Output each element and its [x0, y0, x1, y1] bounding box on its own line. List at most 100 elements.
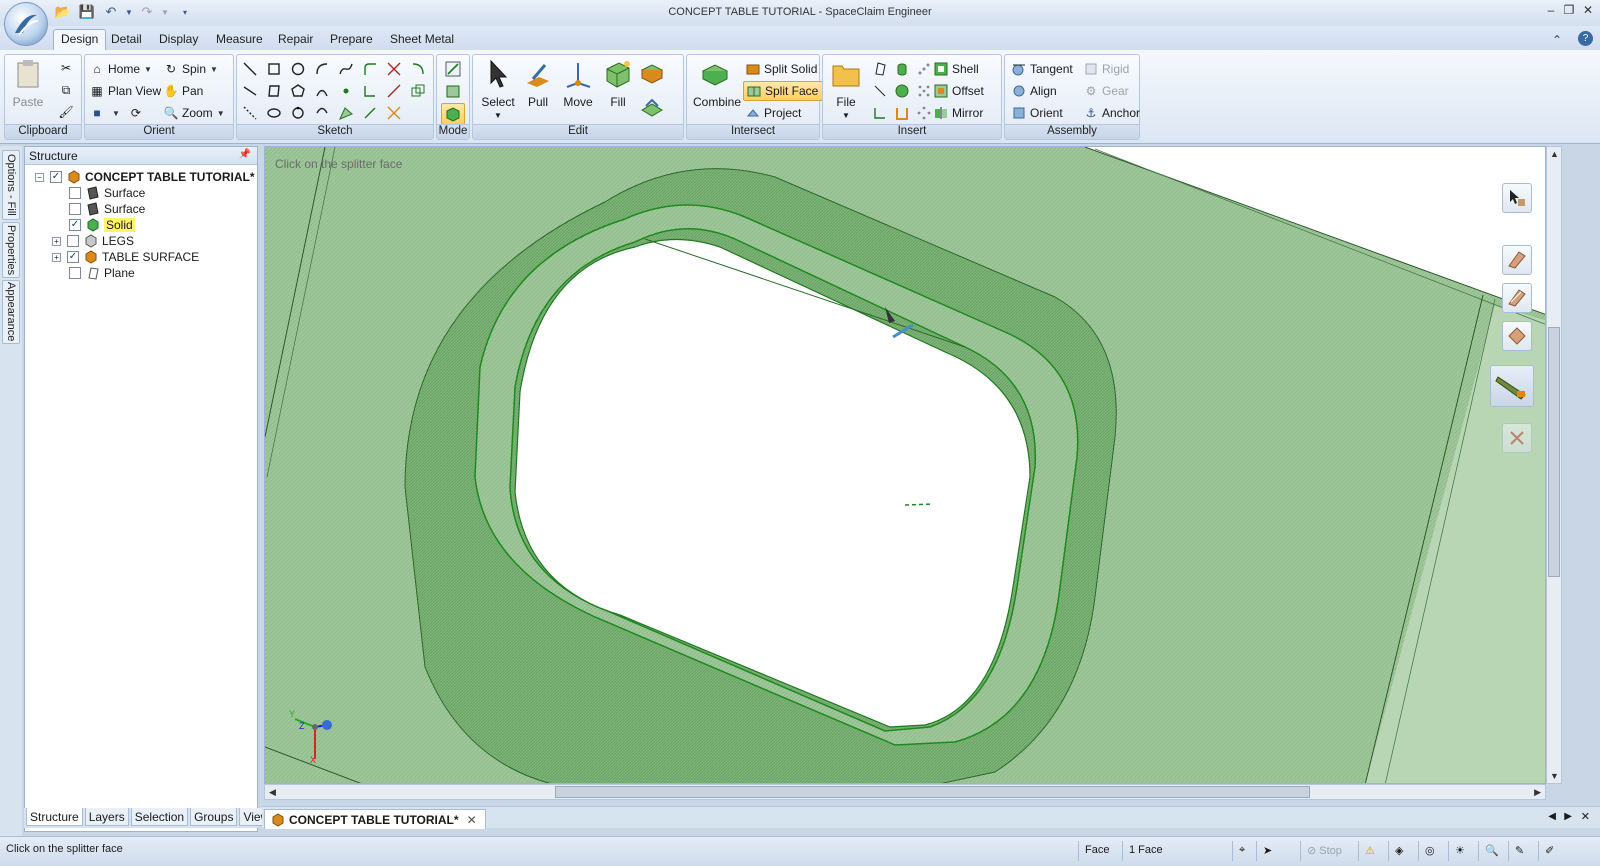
tree-item-table-surface[interactable]: + ✓ TABLE SURFACE: [52, 249, 199, 265]
replace-icon[interactable]: [639, 61, 665, 87]
sketch-mode-icon[interactable]: [444, 60, 462, 78]
cut-icon[interactable]: ✂: [57, 59, 75, 77]
offset-button[interactable]: Offset: [933, 81, 984, 101]
help-icon[interactable]: ?: [1578, 31, 1593, 46]
tab-sheet-metal[interactable]: Sheet Metal: [390, 32, 454, 46]
paste-button[interactable]: Paste: [9, 59, 47, 109]
horizontal-scrollbar[interactable]: ◀ ▶: [264, 784, 1546, 800]
select-edge-tool[interactable]: [1502, 283, 1532, 313]
home-button[interactable]: ⌂ Home ▼: [89, 59, 152, 79]
three-point-circle-icon[interactable]: [289, 104, 307, 122]
tab-detail[interactable]: Detail: [111, 32, 142, 46]
side-tab-options[interactable]: Options - Fill: [2, 150, 20, 220]
tree-item-surface-2[interactable]: Surface: [69, 201, 145, 217]
select-face-tool[interactable]: [1502, 245, 1532, 275]
sketch-arc-green-icon[interactable]: [409, 60, 427, 78]
spline-tool-icon[interactable]: [337, 60, 355, 78]
move-button[interactable]: Move: [559, 59, 597, 109]
select-other-tool[interactable]: [1502, 321, 1532, 351]
tangent-line-icon[interactable]: [241, 82, 259, 100]
tree-checkbox[interactable]: [67, 235, 79, 247]
side-tab-properties[interactable]: Properties: [2, 222, 20, 278]
tree-root[interactable]: − ✓ CONCEPT TABLE TUTORIAL*: [35, 169, 255, 185]
mirror-button[interactable]: Mirror: [933, 103, 983, 123]
collapse-ribbon-icon[interactable]: ⌃: [1552, 33, 1562, 47]
gear-button[interactable]: ⚙ Gear: [1083, 81, 1129, 101]
split-solid-button[interactable]: Split Solid: [745, 59, 817, 79]
side-tab-appearance[interactable]: Appearance: [2, 280, 20, 344]
tab-display[interactable]: Display: [159, 32, 198, 46]
orient-assembly-button[interactable]: Orient: [1011, 103, 1063, 123]
combine-button[interactable]: Combine: [693, 59, 741, 109]
panel-tab-groups[interactable]: Groups: [190, 808, 238, 826]
sweep-arc-icon[interactable]: [313, 82, 331, 100]
zoom-status-icon[interactable]: 🔍: [1478, 841, 1504, 861]
fill-button[interactable]: Fill: [599, 59, 637, 109]
display-style-icon[interactable]: ◎: [1418, 841, 1444, 861]
circle-tool-icon[interactable]: [289, 60, 307, 78]
exit-tool[interactable]: [1502, 423, 1532, 453]
polygon-tool-icon[interactable]: [289, 82, 307, 100]
scroll-right-icon[interactable]: ▶: [1534, 787, 1541, 798]
pin-icon[interactable]: 📌: [239, 149, 251, 160]
scroll-left-icon[interactable]: ◀: [269, 787, 276, 798]
split-face-active-tool[interactable]: [1490, 365, 1534, 407]
view-cube-button[interactable]: ■ ▼ ⟳: [89, 103, 147, 123]
tab-design[interactable]: Design: [53, 29, 107, 50]
rectangle-tool-icon[interactable]: [265, 60, 283, 78]
warning-icon[interactable]: ⚠: [1358, 841, 1380, 861]
sketch-status-icon[interactable]: ✐: [1538, 841, 1564, 861]
panel-tab-selection[interactable]: Selection: [130, 808, 189, 826]
tree-checkbox[interactable]: ✓: [67, 251, 79, 263]
tangent-button[interactable]: Tangent: [1011, 59, 1073, 79]
tree-item-surface-1[interactable]: Surface: [69, 185, 145, 201]
tab-repair[interactable]: Repair: [278, 32, 313, 46]
tweak-face-icon[interactable]: [639, 95, 665, 121]
sphere-icon[interactable]: [893, 82, 911, 100]
panel-tab-layers[interactable]: Layers: [84, 808, 129, 826]
offset-curve-icon[interactable]: [409, 82, 427, 100]
origin-insert-icon[interactable]: [871, 104, 889, 122]
tab-scroll-left-icon[interactable]: ◀: [1548, 811, 1556, 822]
shell-body-icon[interactable]: [893, 104, 911, 122]
expand-toggle[interactable]: +: [52, 252, 61, 262]
pattern-linear-icon[interactable]: [915, 60, 933, 78]
polygon-rect-icon[interactable]: [265, 82, 283, 100]
plane-insert-icon[interactable]: [871, 60, 889, 78]
select-button[interactable]: Select ▼: [479, 59, 517, 120]
scroll-up-icon[interactable]: ▲: [1550, 149, 1559, 159]
shell-button[interactable]: Shell: [933, 59, 979, 79]
document-tab[interactable]: CONCEPT TABLE TUTORIAL* ✕: [264, 809, 486, 829]
trim-tool-icon[interactable]: [385, 60, 403, 78]
collapse-toggle[interactable]: −: [35, 172, 44, 182]
vertical-scrollbar[interactable]: ▲ ▼: [1546, 146, 1562, 784]
split-face-button[interactable]: Split Face: [743, 81, 824, 101]
select-body-tool[interactable]: [1502, 183, 1532, 213]
face-curve-icon[interactable]: [337, 104, 355, 122]
three-point-arc-icon[interactable]: [313, 104, 331, 122]
status-filter-icon[interactable]: ⌖: [1232, 841, 1252, 861]
measure-status-icon[interactable]: ✎: [1508, 841, 1534, 861]
tab-prepare[interactable]: Prepare: [330, 32, 373, 46]
anchor-button[interactable]: ⚓ Anchor: [1083, 103, 1140, 123]
line-tool-icon[interactable]: [241, 60, 259, 78]
3d-mode-icon[interactable]: [441, 103, 465, 125]
section-mode-icon[interactable]: [444, 82, 462, 100]
tree-checkbox[interactable]: [69, 267, 81, 279]
ellipse-tool-icon[interactable]: [265, 104, 283, 122]
pattern-circular-icon[interactable]: [915, 104, 933, 122]
tree-item-plane[interactable]: Plane: [69, 265, 135, 281]
plan-view-button[interactable]: ▦ Plan View: [89, 81, 161, 101]
project-button[interactable]: Project: [745, 103, 801, 123]
cylinder-icon[interactable]: [893, 60, 911, 78]
bend-tool-icon[interactable]: [385, 104, 403, 122]
spin-button[interactable]: ↻ Spin ▼: [163, 59, 218, 79]
format-painter-icon[interactable]: 🖌: [57, 103, 75, 121]
vertical-scroll-thumb[interactable]: [1548, 327, 1560, 577]
tree-checkbox[interactable]: [69, 203, 81, 215]
align-button[interactable]: Align: [1011, 81, 1057, 101]
root-checkbox[interactable]: ✓: [50, 171, 62, 183]
status-selection-count[interactable]: 1 Face: [1122, 841, 1232, 861]
extend-tool-icon[interactable]: [385, 82, 403, 100]
status-cursor-icon[interactable]: ➤: [1256, 841, 1276, 861]
